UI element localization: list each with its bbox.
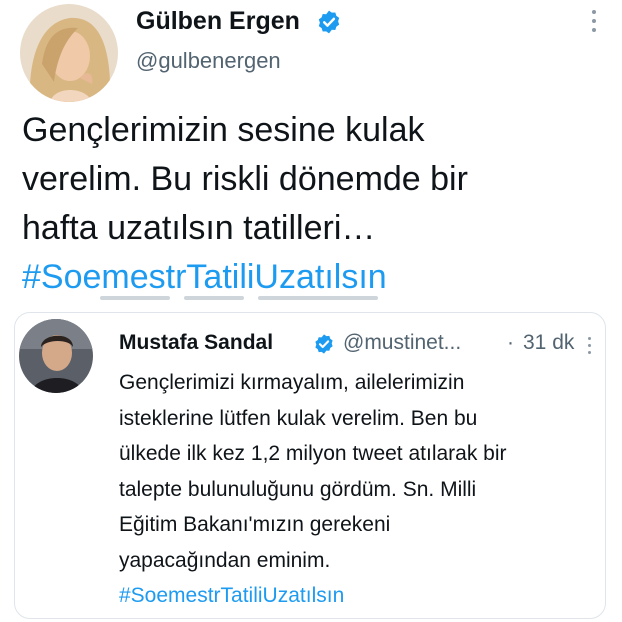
more-vertical-icon[interactable] [586, 337, 592, 357]
tweet-text-line: yapacağından eminim. [119, 548, 331, 572]
author-handle[interactable]: @mustinet... [343, 331, 461, 355]
tweet-text-line: isteklerine lütfen kulak verelim. Ben bu [119, 406, 478, 430]
quoted-tweet-card[interactable]: Mustafa Sandal @mustinet... · 31 dk Genç… [14, 312, 606, 619]
author-name[interactable]: Mustafa Sandal [119, 331, 273, 355]
quoted-tweet-text: Gençlerimizi kırmayalım, ailelerimizin i… [119, 365, 604, 614]
cropped-text-remnant [100, 292, 400, 304]
tweet-text-line: Eğitim Bakanı'mızın gerekeni [119, 513, 391, 536]
tweet-text-line: Gençlerimizin sesine kulak [22, 111, 425, 149]
tweet-text-line: talepte bulunuluğunu gördüm. Sn. Milli [119, 477, 477, 501]
author-avatar[interactable] [20, 4, 118, 102]
author-avatar[interactable] [19, 319, 93, 393]
author-name[interactable]: Gülben Ergen [136, 7, 300, 36]
author-handle[interactable]: @gulbenergen [136, 48, 281, 74]
tweet-text-line: verelim. Bu riskli dönemde bir [22, 160, 468, 198]
avatar-image [19, 319, 93, 393]
verified-badge-icon [316, 9, 342, 35]
timestamp[interactable]: 31 dk [523, 331, 574, 355]
separator-dot: · [507, 331, 514, 354]
tweet-text-line: Gençlerimizi kırmayalım, ailelerimizin [119, 371, 465, 394]
avatar-image [20, 4, 118, 102]
tweet-text-line: hafta uzatılsın tatilleri… [22, 209, 376, 247]
verified-badge-icon [313, 333, 335, 355]
tweet-text: Gençlerimizin sesine kulak verelim. Bu r… [22, 106, 612, 302]
tweet-text-line: ülkede ilk kez 1,2 milyon tweet atılarak… [119, 442, 507, 465]
more-vertical-icon[interactable] [590, 10, 598, 36]
hashtag-link[interactable]: #SoemestrTatiliUzatılsın [119, 578, 604, 614]
